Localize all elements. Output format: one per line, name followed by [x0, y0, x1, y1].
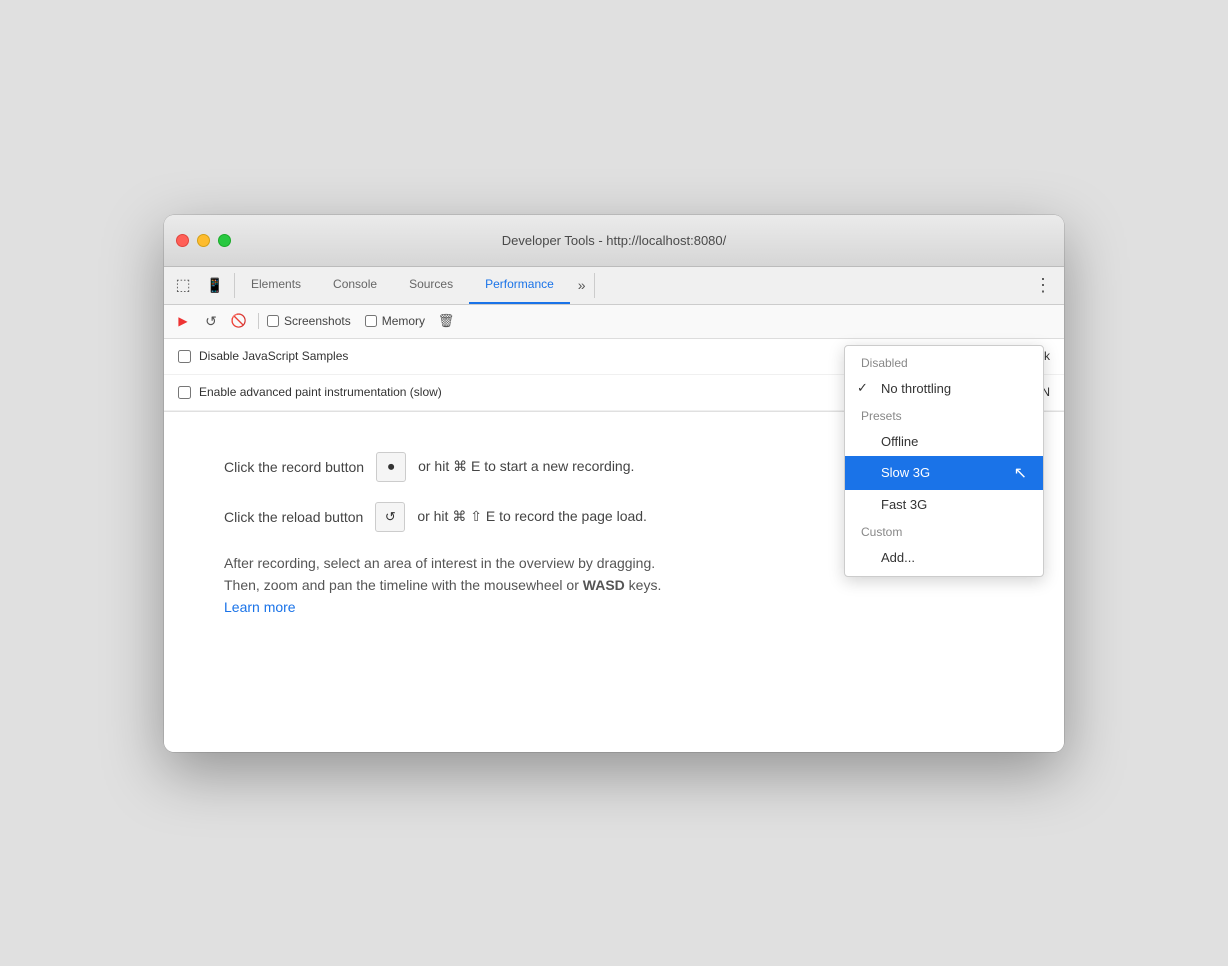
tab-sources[interactable]: Sources	[393, 267, 469, 304]
reload-record-button[interactable]: ↺	[200, 310, 222, 332]
enable-paint-checkbox[interactable]	[178, 386, 191, 399]
disable-js-checkbox[interactable]	[178, 350, 191, 363]
menu-category-presets: Presets	[845, 403, 1043, 427]
tab-separator-right	[594, 273, 595, 298]
record-inline-icon: ⏺	[376, 452, 406, 482]
window-title: Developer Tools - http://localhost:8080/	[502, 233, 727, 248]
menu-item-add[interactable]: Add...	[845, 543, 1043, 572]
maximize-button[interactable]	[218, 234, 231, 247]
perf-divider-1	[258, 313, 259, 329]
performance-toolbar: ▶ ↺ 🚫 Screenshots Memory 🗑	[164, 305, 1064, 339]
cursor-icon: ↖	[1014, 463, 1027, 483]
network-throttling-dropdown: Disabled✓No throttlingPresetsOfflineSlow…	[844, 345, 1044, 577]
memory-checkbox-label[interactable]: Memory	[365, 314, 425, 328]
tab-performance[interactable]: Performance	[469, 267, 570, 304]
menu-item-fast-3g[interactable]: Fast 3G	[845, 490, 1043, 519]
screenshots-checkbox-label[interactable]: Screenshots	[267, 314, 351, 328]
title-bar: Developer Tools - http://localhost:8080/	[164, 215, 1064, 267]
close-button[interactable]	[176, 234, 189, 247]
menu-category-custom: Custom	[845, 519, 1043, 543]
tab-elements[interactable]: Elements	[235, 267, 317, 304]
menu-item-no-throttling[interactable]: ✓No throttling	[845, 374, 1043, 403]
reload-inline-icon: ↺	[375, 502, 405, 532]
device-toolbar-icon[interactable]: 📱	[202, 272, 228, 298]
screenshots-checkbox[interactable]	[267, 315, 279, 327]
minimize-button[interactable]	[197, 234, 210, 247]
record-button[interactable]: ▶	[172, 310, 194, 332]
inspect-icon[interactable]: ⬚	[170, 272, 196, 298]
tab-console[interactable]: Console	[317, 267, 393, 304]
tab-bar: ⬚ 📱 Elements Console Sources Performance…	[164, 267, 1064, 305]
memory-checkbox[interactable]	[365, 315, 377, 327]
menu-item-slow-3g[interactable]: Slow 3G↖	[845, 456, 1043, 490]
menu-category-disabled: Disabled	[845, 350, 1043, 374]
checkmark-icon: ✓	[857, 380, 868, 396]
delete-recording-button[interactable]: 🗑	[435, 310, 457, 332]
menu-item-offline[interactable]: Offline	[845, 427, 1043, 456]
devtools-window: Developer Tools - http://localhost:8080/…	[164, 215, 1064, 752]
traffic-lights	[176, 234, 231, 247]
learn-more-link[interactable]: Learn more	[224, 599, 296, 615]
tab-more-button[interactable]: »	[570, 267, 594, 304]
clear-button[interactable]: 🚫	[228, 310, 250, 332]
tab-menu-button[interactable]: ⋮	[1022, 267, 1064, 304]
